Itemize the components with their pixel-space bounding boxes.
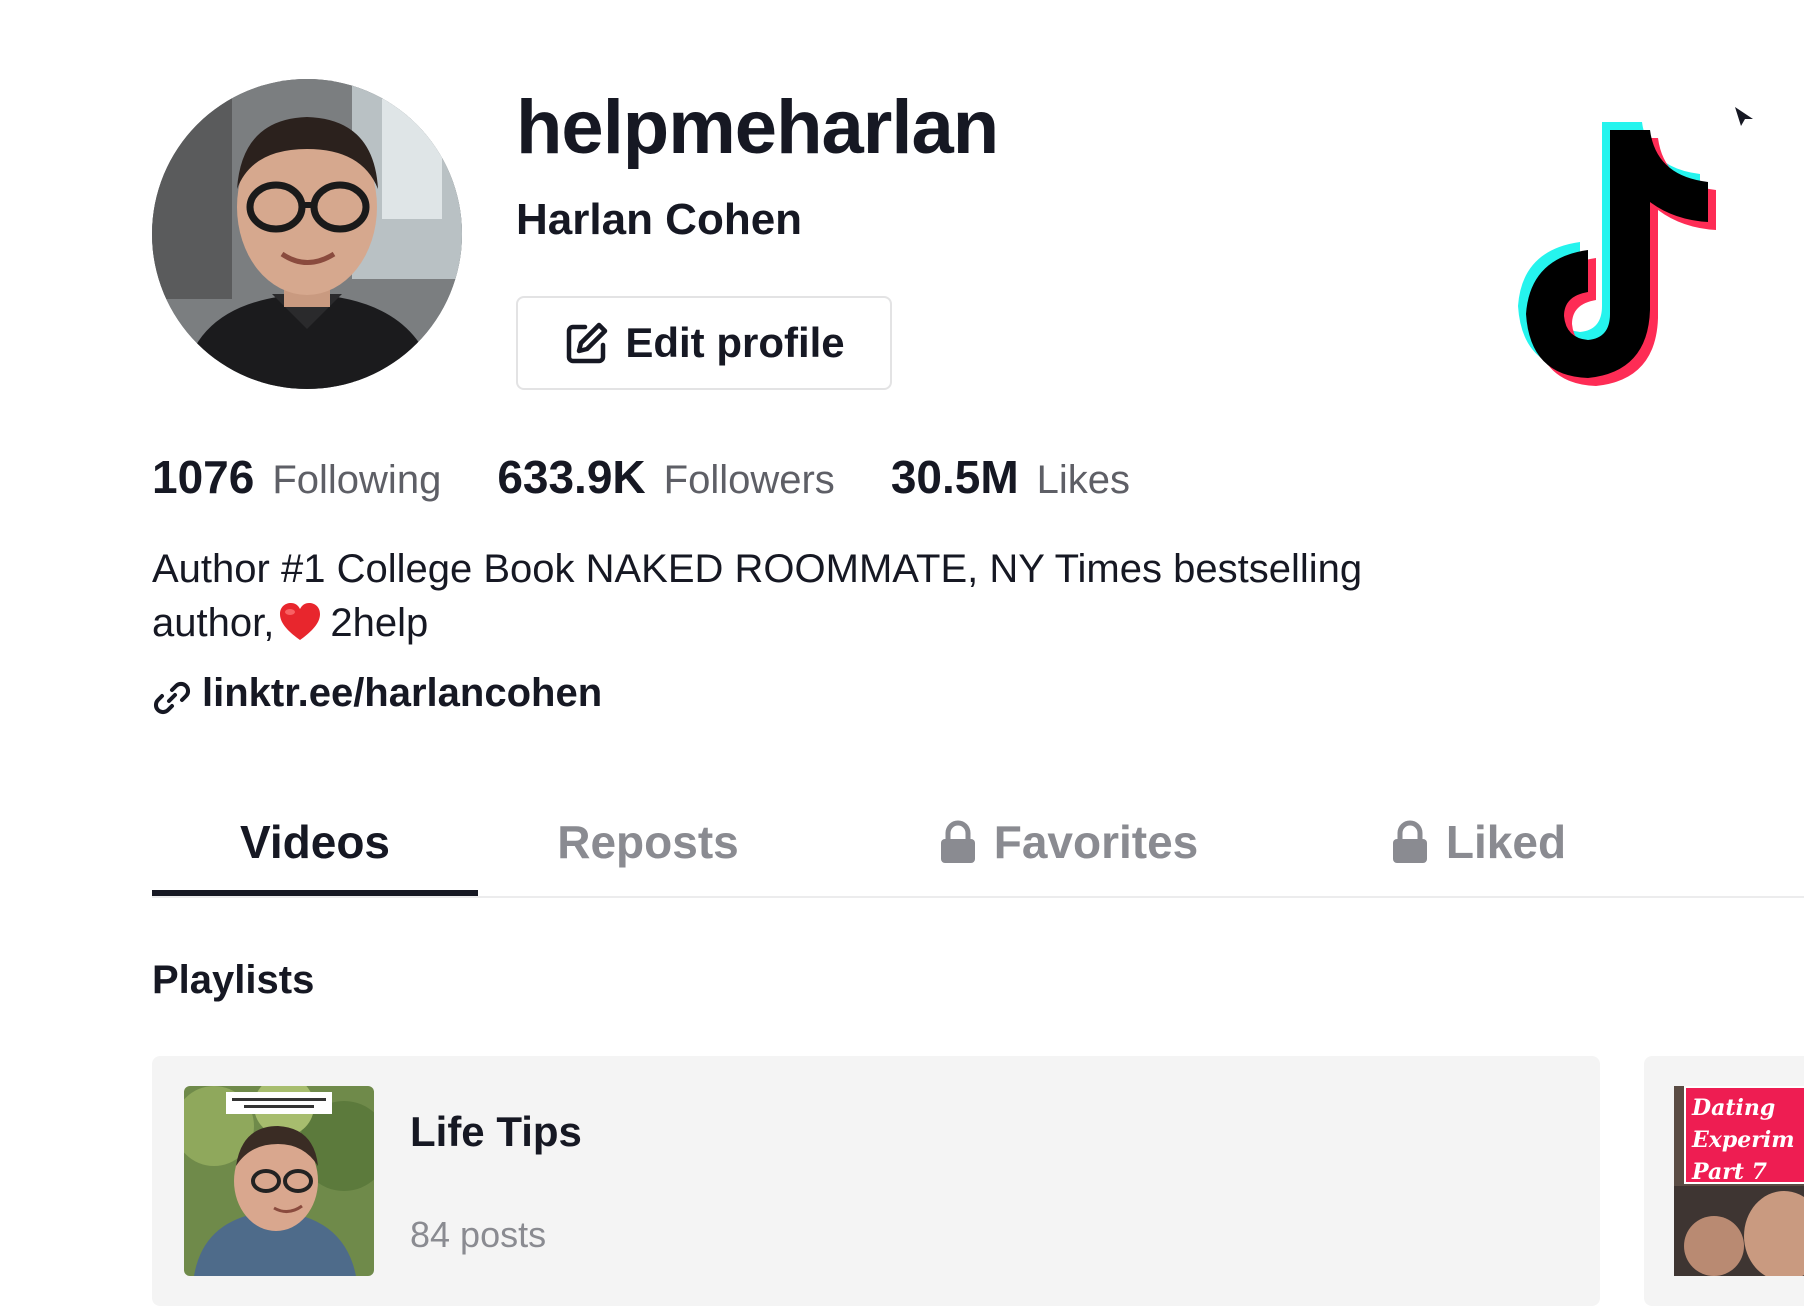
bio-text-end: 2help — [330, 601, 429, 645]
caption-line: Part 7 — [1692, 1159, 1767, 1185]
playlist-card[interactable]: Life Tips 84 posts — [152, 1056, 1600, 1306]
link-icon — [152, 678, 192, 718]
lock-icon — [1390, 820, 1430, 864]
tab-label: Videos — [240, 816, 390, 868]
display-name: Harlan Cohen — [516, 195, 803, 244]
profile-stats: 1076 Following 633.9K Followers 30.5M Li… — [152, 450, 1186, 512]
stat-label: Likes — [1036, 458, 1131, 502]
active-tab-indicator — [152, 890, 478, 896]
lock-icon — [938, 820, 978, 864]
playlist-card[interactable]: Dating Experim Part 7 — [1644, 1056, 1804, 1306]
cursor-arrow-icon — [1733, 105, 1755, 127]
playlist-thumbnail — [184, 1086, 374, 1276]
stat-value: 30.5M — [890, 451, 1019, 503]
stat-value: 633.9K — [497, 451, 646, 503]
thumbnail-caption: Dating Experim Part 7 — [1684, 1086, 1804, 1185]
playlist-post-count: 84 posts — [410, 1214, 547, 1255]
tiktok-logo-icon — [1460, 110, 1740, 420]
edit-profile-label: Edit profile — [625, 319, 845, 366]
playlists-heading: Playlists — [152, 958, 315, 1002]
edit-profile-button[interactable]: Edit profile — [516, 296, 892, 390]
tab-label: Reposts — [557, 816, 739, 868]
profile-bio: Author #1 College Book NAKED ROOMMATE, N… — [152, 542, 1492, 650]
tab-liked[interactable]: Liked — [1328, 790, 1628, 894]
username: helpmeharlan — [516, 85, 999, 170]
playlist-title: Life Tips — [410, 1108, 582, 1155]
playlist-thumbnail: Dating Experim Part 7 — [1674, 1086, 1804, 1276]
tab-favorites[interactable]: Favorites — [888, 790, 1248, 894]
link-text: linktr.ee/harlancohen — [202, 670, 603, 715]
stat-following[interactable]: 1076 Following — [152, 450, 441, 504]
tab-videos[interactable]: Videos — [152, 790, 478, 894]
stat-followers[interactable]: 633.9K Followers — [497, 450, 835, 504]
profile-tabs: Videos Reposts Favorites Liked — [152, 790, 1804, 898]
stat-label: Followers — [663, 458, 835, 502]
caption-line: Experim — [1692, 1127, 1795, 1153]
stat-value: 1076 — [152, 451, 255, 503]
profile-avatar[interactable] — [152, 79, 462, 389]
stat-likes: 30.5M Likes — [891, 450, 1130, 504]
tab-label: Liked — [1445, 816, 1567, 868]
red-heart-icon — [280, 603, 321, 640]
tab-reposts[interactable]: Reposts — [478, 790, 818, 894]
stat-label: Following — [272, 458, 442, 502]
caption-line: Dating — [1692, 1095, 1776, 1121]
edit-square-icon — [563, 319, 611, 367]
profile-link[interactable]: linktr.ee/harlancohen — [152, 668, 602, 718]
tab-label: Favorites — [993, 816, 1199, 868]
